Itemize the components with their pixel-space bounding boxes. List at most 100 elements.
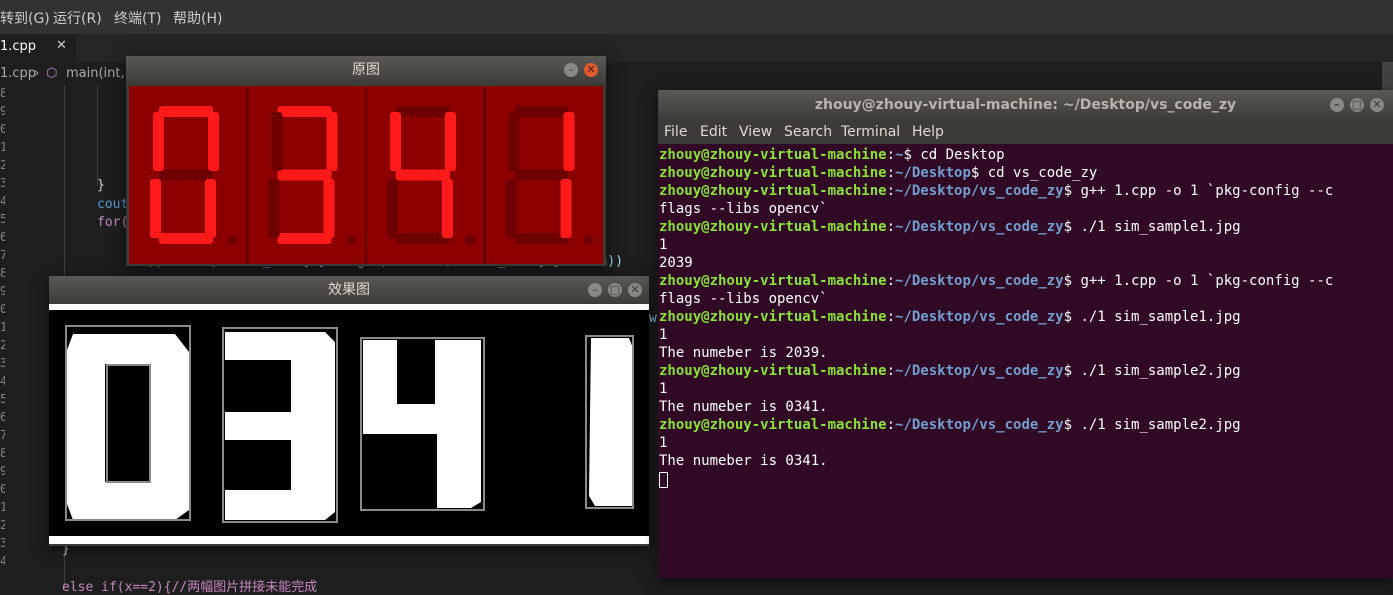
- terminal-line: flags --libs opencv`: [659, 291, 828, 307]
- tab-1cpp[interactable]: 1.cpp ✕: [0, 34, 76, 62]
- segment-f-on: [390, 112, 401, 171]
- effect-image-canvas: [49, 304, 649, 544]
- terminal-menu-help[interactable]: Help: [912, 124, 944, 140]
- editor-menubar: 转到(G) 运行(R) 终端(T) 帮助(H): [0, 0, 1393, 34]
- terminal-line: 1: [659, 327, 668, 343]
- segment-g-on: [277, 169, 332, 181]
- terminal-line: 1: [659, 435, 668, 451]
- code-line: w: [649, 311, 657, 326]
- segment-c-on: [442, 179, 453, 238]
- segment-c-on: [205, 179, 216, 238]
- terminal-output[interactable]: zhouy@zhouy-virtual-machine:~$ cd Deskto…: [658, 146, 1393, 578]
- terminal-cursor: [659, 472, 668, 488]
- terminal-menu-view[interactable]: View: [739, 124, 772, 140]
- breadcrumb-file[interactable]: 1.cpp: [0, 66, 36, 81]
- maximize-icon[interactable]: □: [1350, 98, 1364, 112]
- segment-b-on: [326, 112, 338, 171]
- segment-c-on: [560, 179, 572, 238]
- segment-f-off: [508, 112, 520, 171]
- maximize-icon[interactable]: □: [608, 283, 622, 297]
- terminal-menu-terminal[interactable]: Terminal: [841, 124, 900, 140]
- segment-e-off: [268, 179, 280, 238]
- segment-d-on: [277, 233, 332, 244]
- cube-icon: ⬡: [46, 66, 58, 81]
- decimal-point: [346, 235, 357, 245]
- menu-run[interactable]: 运行(R): [53, 8, 102, 28]
- indent-guide: [97, 86, 98, 186]
- terminal-line: 1: [659, 237, 668, 253]
- binary-digits-image: [49, 310, 649, 536]
- decimal-point: [465, 235, 475, 245]
- segment-e-off: [505, 179, 517, 238]
- terminal-line: zhouy@zhouy-virtual-machine:~/Desktop/vs…: [659, 183, 1334, 199]
- original-image-window[interactable]: 原图 – ✕: [126, 56, 606, 266]
- effect-window-title: 效果图: [328, 282, 370, 298]
- terminal-menu-edit[interactable]: Edit: [700, 124, 727, 140]
- original-image-canvas: [129, 86, 603, 264]
- terminal-menubar: File Edit View Search Terminal Help: [658, 120, 1393, 144]
- segment-e-on: [150, 179, 161, 238]
- close-icon[interactable]: ✕: [56, 38, 67, 53]
- tab-label: 1.cpp: [0, 39, 37, 54]
- terminal-line: The numeber is 0341.: [659, 399, 828, 415]
- original-window-titlebar[interactable]: 原图 – ✕: [126, 56, 606, 84]
- terminal-line: zhouy@zhouy-virtual-machine:~/Desktop/vs…: [659, 309, 1241, 325]
- segment-f-off: [271, 112, 283, 171]
- terminal-titlebar[interactable]: zhouy@zhouy-virtual-machine: ~/Desktop/v…: [658, 90, 1393, 120]
- digit-separator: [246, 86, 249, 264]
- minimize-icon[interactable]: –: [1330, 98, 1344, 112]
- close-icon[interactable]: ✕: [628, 283, 642, 297]
- terminal-line: flags --libs opencv`: [659, 201, 828, 217]
- minimize-icon[interactable]: –: [588, 283, 602, 297]
- segment-c-on: [323, 179, 335, 238]
- chevron-right-icon: ›: [34, 66, 40, 81]
- decimal-point: [228, 235, 238, 245]
- terminal-line: zhouy@zhouy-virtual-machine:~/Desktop$ c…: [659, 165, 1098, 181]
- minimize-icon[interactable]: –: [564, 63, 578, 77]
- segment-a-on: [277, 106, 332, 117]
- line-number-gutter: 890 123 456 789 012 345 678 901 234: [0, 86, 30, 588]
- terminal-line: zhouy@zhouy-virtual-machine:~$ cd Deskto…: [659, 147, 1005, 163]
- close-icon[interactable]: ✕: [584, 63, 598, 77]
- terminal-line: zhouy@zhouy-virtual-machine:~/Desktop/vs…: [659, 417, 1241, 433]
- segment-b-on: [445, 112, 456, 171]
- terminal-menu-file[interactable]: File: [664, 124, 687, 140]
- segment-g-on: [396, 169, 450, 181]
- segment-b-on: [208, 112, 219, 171]
- segment-a-off: [396, 106, 450, 117]
- segment-d-off: [514, 233, 569, 244]
- digit-separator: [483, 86, 486, 264]
- segment-e-off: [387, 179, 398, 238]
- close-icon[interactable]: ✕: [1370, 98, 1384, 112]
- digit-one-shape: [589, 338, 633, 506]
- effect-image-window[interactable]: 效果图 – □ ✕: [49, 276, 649, 546]
- code-line: else if(x==2){//两幅图片拼接未能完成: [62, 580, 318, 595]
- menu-goto[interactable]: 转到(G): [0, 8, 50, 28]
- terminal-title: zhouy@zhouy-virtual-machine: ~/Desktop/v…: [814, 97, 1237, 113]
- digit-separator: [365, 86, 367, 264]
- segment-a-on: [159, 106, 213, 117]
- segment-a-off: [514, 106, 569, 117]
- menu-help[interactable]: 帮助(H): [173, 8, 222, 28]
- segment-g-off: [514, 169, 569, 181]
- segment-g-off: [159, 169, 213, 181]
- terminal-line: zhouy@zhouy-virtual-machine:~/Desktop/vs…: [659, 219, 1241, 235]
- editor-scrollbar[interactable]: [1382, 62, 1393, 92]
- terminal-line: 1: [659, 381, 668, 397]
- code-line: }: [97, 178, 105, 193]
- terminal-line: 2039: [659, 255, 693, 271]
- terminal-window[interactable]: zhouy@zhouy-virtual-machine: ~/Desktop/v…: [658, 90, 1393, 578]
- terminal-menu-search[interactable]: Search: [784, 124, 832, 140]
- decimal-point: [583, 235, 594, 245]
- terminal-line: The numeber is 2039.: [659, 345, 828, 361]
- segment-d-on: [159, 233, 213, 244]
- terminal-line: zhouy@zhouy-virtual-machine:~/Desktop/vs…: [659, 273, 1334, 289]
- menu-terminal[interactable]: 终端(T): [114, 8, 161, 28]
- effect-window-titlebar[interactable]: 效果图 – □ ✕: [49, 276, 649, 304]
- segment-d-off: [396, 233, 450, 244]
- terminal-line: The numeber is 0341.: [659, 453, 828, 469]
- code-line: cout: [97, 197, 129, 212]
- code-line: for(: [97, 215, 129, 230]
- original-window-title: 原图: [352, 62, 380, 78]
- segment-f-on: [153, 112, 164, 171]
